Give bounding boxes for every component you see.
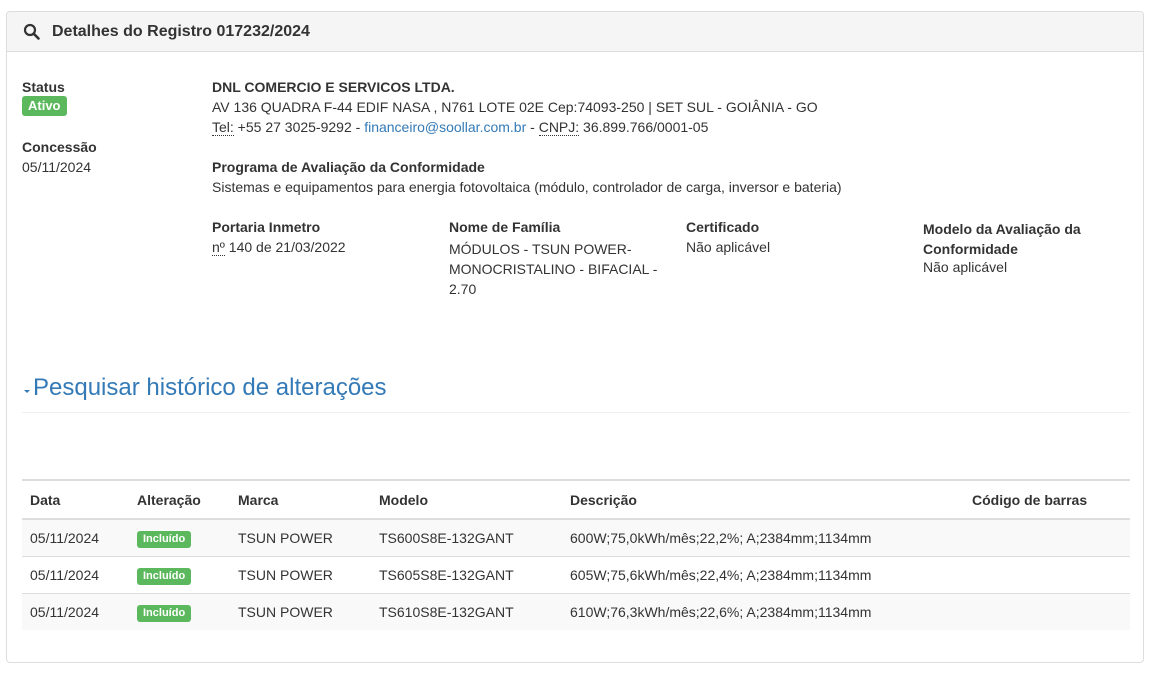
table-row: 05/11/2024 Incluído TSUN POWER TS610S8E-… — [22, 593, 1130, 630]
panel-heading: Detalhes do Registro 017232/2024 — [7, 12, 1143, 52]
cell-codigo — [964, 556, 1130, 594]
cell-data: 05/11/2024 — [22, 518, 129, 557]
cell-modelo: TS600S8E-132GANT — [371, 518, 562, 557]
table-row: 05/11/2024 Incluído TSUN POWER TS605S8E-… — [22, 556, 1130, 594]
col-header-marca: Marca — [230, 479, 371, 520]
company-name: DNL COMERCIO E SERVICOS LTDA. — [212, 79, 455, 95]
portaria-label: Portaria Inmetro — [212, 219, 321, 235]
cell-modelo: TS610S8E-132GANT — [371, 593, 562, 630]
concessao-value: 05/11/2024 — [22, 159, 92, 175]
cell-alteracao: Incluído — [129, 556, 230, 594]
numero-abbr: nº — [212, 239, 225, 256]
cell-descricao: 600W;75,0kWh/mês;22,2%; A;2384mm;1134mm — [562, 518, 964, 557]
programa-value: Sistemas e equipamentos para energia fot… — [212, 179, 842, 195]
cnpj-label: CNPJ: — [538, 119, 580, 136]
status-badge: Ativo — [22, 96, 67, 116]
cell-marca: TSUN POWER — [230, 556, 371, 594]
cell-modelo: TS605S8E-132GANT — [371, 556, 562, 594]
cell-descricao: 610W;76,3kWh/mês;22,6%; A;2384mm;1134mm — [562, 593, 964, 630]
col-header-modelo: Modelo — [371, 479, 562, 520]
modelo-avaliacao-label: Modelo da Avaliação da Conformidade — [923, 221, 1081, 257]
cell-data: 05/11/2024 — [22, 593, 129, 630]
certificado-value: Não aplicável — [686, 239, 771, 255]
cell-codigo — [964, 593, 1130, 630]
table-row: 05/11/2024 Incluído TSUN POWER TS600S8E-… — [22, 518, 1130, 557]
tel-label: Tel: — [212, 119, 234, 136]
modelo-avaliacao-value: Não aplicável — [923, 259, 1008, 275]
portaria-text: 140 de 21/03/2022 — [224, 239, 346, 255]
panel-title: Detalhes do Registro 017232/2024 — [52, 23, 310, 40]
concessao-label: Concessão — [22, 139, 97, 155]
registro-details-panel: Detalhes do Registro 017232/2024 Status … — [6, 11, 1144, 663]
historico-divider — [22, 412, 1130, 413]
certificado-label: Certificado — [686, 219, 760, 235]
alteracao-badge: Incluído — [137, 604, 192, 622]
cnpj-value: 36.899.766/0001-05 — [579, 119, 709, 135]
cell-alteracao: Incluído — [129, 593, 230, 630]
tel-value: +55 27 3025-9292 - — [233, 119, 365, 135]
search-icon — [23, 23, 40, 40]
col-header-alteracao: Alteração — [129, 479, 230, 520]
familia-label: Nome de Família — [449, 219, 561, 235]
cell-alteracao: Incluído — [129, 518, 230, 557]
table-header-row: Data Alteração Marca Modelo Descrição Có… — [22, 479, 1130, 520]
email-link[interactable]: financeiro@soollar.com.br — [364, 119, 526, 135]
historico-table: Data Alteração Marca Modelo Descrição Có… — [22, 479, 1130, 630]
cnpj-separator: - — [526, 119, 539, 135]
alteracao-badge: Incluído — [137, 567, 192, 585]
historico-title: Pesquisar histórico de alterações — [33, 374, 387, 401]
historico-toggle[interactable]: Pesquisar histórico de alterações — [22, 374, 387, 402]
portaria-value: nº 140 de 21/03/2022 — [212, 239, 346, 256]
company-address: AV 136 QUADRA F-44 EDIF NASA , N761 LOTE… — [212, 99, 818, 115]
cell-data: 05/11/2024 — [22, 556, 129, 594]
col-header-data: Data — [22, 479, 129, 520]
company-contact: Tel: +55 27 3025-9292 - financeiro@sooll… — [212, 119, 709, 136]
cell-codigo — [964, 518, 1130, 557]
alteracao-badge: Incluído — [137, 530, 192, 548]
cell-marca: TSUN POWER — [230, 518, 371, 557]
cell-marca: TSUN POWER — [230, 593, 371, 630]
cell-descricao: 605W;75,6kWh/mês;22,4%; A;2384mm;1134mm — [562, 556, 964, 594]
col-header-codigo: Código de barras — [964, 479, 1130, 520]
status-label: Status — [22, 79, 65, 95]
col-header-descricao: Descrição — [562, 479, 964, 520]
caret-down-icon — [24, 390, 30, 394]
programa-label: Programa de Avaliação da Conformidade — [212, 159, 485, 175]
familia-value: MÓDULOS - TSUN POWER-MONOCRISTALINO - BI… — [449, 241, 658, 297]
